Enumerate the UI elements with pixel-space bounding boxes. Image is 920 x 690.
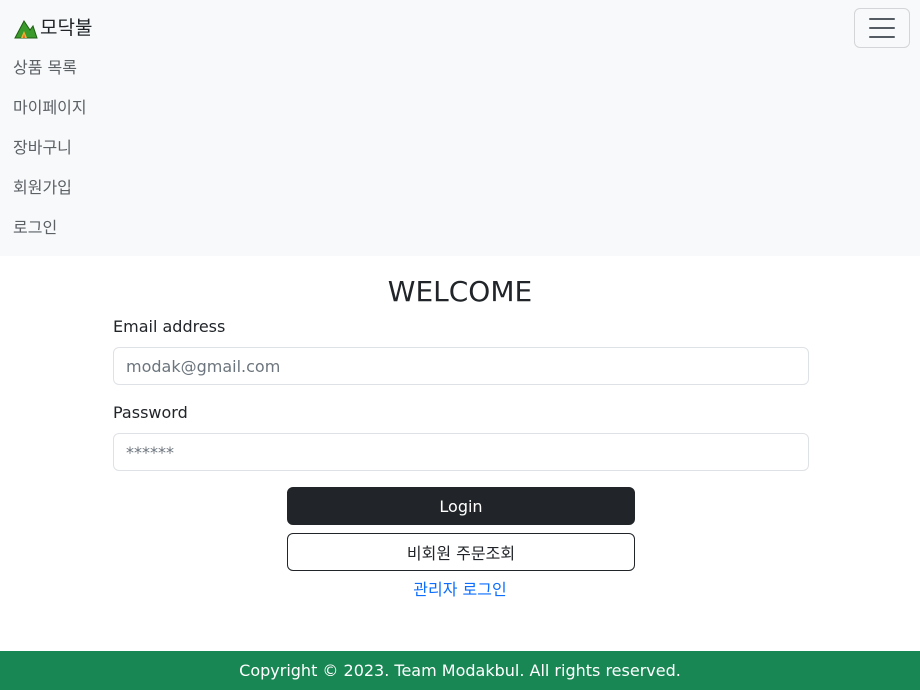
nav-item-signup: 회원가입 [13, 168, 87, 208]
nav-link-products[interactable]: 상품 목록 [13, 58, 77, 77]
admin-login-link[interactable]: 관리자 로그인 [413, 580, 506, 599]
nav-item-mypage: 마이페이지 [13, 88, 87, 128]
brand-name: 모닥불 [40, 17, 93, 39]
navbar-toggler-button[interactable] [854, 8, 910, 48]
guest-order-lookup-button[interactable]: 비회원 주문조회 [287, 533, 635, 571]
nav-menu: 상품 목록 마이페이지 장바구니 회원가입 로그인 [13, 48, 87, 248]
nav-link-mypage[interactable]: 마이페이지 [13, 98, 87, 117]
nav-item-cart: 장바구니 [13, 128, 87, 168]
footer-copyright: Copyright © 2023. Team Modakbul. All rig… [239, 661, 681, 680]
footer: Copyright © 2023. Team Modakbul. All rig… [0, 651, 920, 690]
email-label: Email address [113, 317, 226, 336]
brand-link[interactable]: 모닥불 [14, 14, 92, 42]
login-button[interactable]: Login [287, 487, 635, 525]
hamburger-line [869, 36, 895, 38]
nav-link-login[interactable]: 로그인 [13, 218, 57, 237]
brand-logo-icon [14, 16, 38, 40]
admin-login-container: 관리자 로그인 [0, 578, 920, 602]
nav-link-cart[interactable]: 장바구니 [13, 138, 72, 157]
email-input[interactable] [113, 347, 809, 385]
nav-item-products: 상품 목록 [13, 48, 87, 88]
page-title: WELCOME [387, 275, 533, 308]
nav-item-login: 로그인 [13, 208, 87, 248]
password-input[interactable] [113, 433, 809, 471]
password-label: Password [113, 403, 188, 422]
nav-link-signup[interactable]: 회원가입 [13, 178, 72, 197]
top-navbar: 모닥불 상품 목록 마이페이지 장바구니 회원가입 로그인 [0, 0, 920, 256]
hamburger-line [869, 18, 895, 20]
hamburger-line [869, 27, 895, 29]
